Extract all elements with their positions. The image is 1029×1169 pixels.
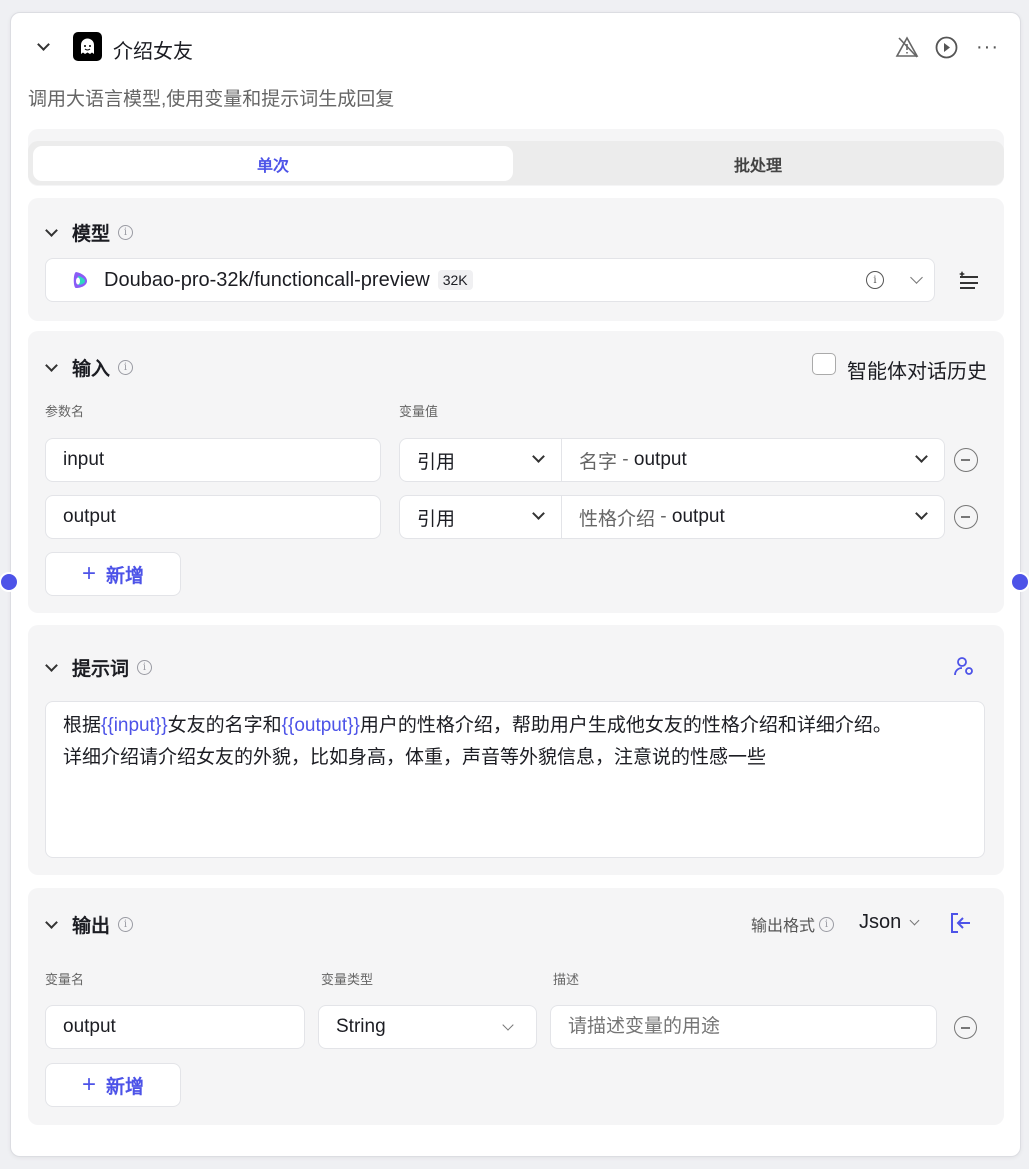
output-description-input[interactable] (550, 1005, 937, 1049)
prompt-text: 根据 (63, 715, 102, 736)
model-name: Doubao-pro-32k/functioncall-preview (104, 268, 430, 291)
output-port-handle[interactable] (1010, 572, 1029, 592)
param-name-input[interactable]: input (45, 438, 381, 482)
param-name-input[interactable]: output (45, 495, 381, 539)
info-icon[interactable]: i (819, 916, 835, 932)
column-header: 变量名 (45, 972, 85, 987)
column-header: 描述 (553, 972, 580, 987)
tab-batch[interactable]: 批处理 (518, 146, 998, 181)
ref-separator: - (617, 449, 634, 470)
remove-row-icon[interactable] (954, 505, 978, 529)
chevron-down-icon[interactable] (45, 658, 58, 672)
column-header: 变量值 (399, 404, 439, 419)
history-checkbox[interactable] (812, 353, 836, 375)
ref-separator: - (655, 506, 672, 527)
chevron-down-icon (910, 271, 923, 284)
format-label: 输出格式 (751, 918, 816, 935)
output-name-input[interactable]: output (45, 1005, 305, 1049)
chevron-down-icon[interactable] (45, 358, 58, 372)
remove-row-icon[interactable] (954, 1016, 977, 1039)
chevron-down-icon[interactable] (45, 223, 58, 237)
prompt-variable: {{output}} (281, 715, 360, 736)
prompt-text: 用户的性格介绍，帮助用户生成他女友的性格介绍和详细介绍。 (359, 715, 892, 736)
column-header: 变量类型 (321, 972, 374, 987)
select-value: 引用 (417, 451, 456, 473)
chevron-down-icon (502, 1019, 514, 1031)
ref-type-select[interactable]: 引用 (399, 438, 562, 482)
chevron-down-icon (532, 450, 545, 463)
run-play-icon[interactable] (935, 36, 958, 59)
add-output-button[interactable]: + 新增 (45, 1063, 181, 1107)
plus-icon: + (81, 1071, 96, 1098)
warning-off-icon[interactable] (895, 36, 919, 58)
select-value: Json (859, 911, 902, 933)
select-value: 引用 (417, 508, 456, 530)
prompt-library-icon[interactable] (953, 655, 975, 677)
prompt-variable: {{input}} (101, 715, 168, 736)
chevron-down-icon (915, 450, 928, 463)
chevron-down-icon (915, 507, 928, 520)
tab-single[interactable]: 单次 (33, 146, 513, 181)
add-input-button[interactable]: + 新增 (45, 552, 181, 596)
doubao-logo-icon (73, 272, 87, 288)
section-title: 输出 (72, 916, 111, 937)
remove-row-icon[interactable] (954, 448, 978, 472)
info-icon[interactable]: i (118, 225, 134, 240)
section-title: 输入 (72, 359, 111, 380)
node-description: 调用大语言模型,使用变量和提示词生成回复 (28, 89, 395, 110)
button-label: 新增 (106, 1076, 145, 1098)
ref-field: output (671, 506, 725, 527)
section-title: 提示词 (72, 659, 130, 680)
prompt-textarea[interactable]: 根据{{input}}女友的名字和{{output}}用户的性格介绍，帮助用户生… (45, 701, 985, 858)
mode-tabs: 单次 批处理 (28, 129, 1004, 186)
format-select[interactable]: Json (859, 911, 920, 934)
model-select[interactable]: Doubao-pro-32k/functioncall-preview 32K … (45, 258, 935, 302)
ref-value-select[interactable]: 性格介绍 - output (561, 495, 945, 539)
output-type-select[interactable]: String (318, 1005, 537, 1049)
model-settings-icon[interactable] (958, 271, 980, 291)
section-title: 模型 (72, 224, 111, 245)
ref-value-select[interactable]: 名字 - output (561, 438, 945, 482)
chevron-down-icon (532, 507, 545, 520)
prompt-line: 根据{{input}}女友的名字和{{output}}用户的性格介绍，帮助用户生… (63, 710, 967, 742)
plus-icon: + (81, 560, 96, 587)
ref-source: 名字 (579, 451, 618, 473)
prompt-line: 详细介绍请介绍女友的外貌，比如身高，体重，声音等外貌信息，注意说的性感一些 (63, 747, 767, 768)
ref-source: 性格介绍 (579, 508, 656, 530)
input-port-handle[interactable] (0, 572, 19, 592)
chevron-down-icon[interactable] (45, 915, 58, 929)
info-icon[interactable]: i (137, 660, 153, 675)
import-icon[interactable] (950, 912, 972, 934)
model-info-icon[interactable]: i (866, 271, 884, 289)
ref-field: output (633, 449, 687, 470)
select-value: String (336, 1016, 386, 1037)
node-avatar-icon (73, 32, 102, 61)
context-badge: 32K (437, 270, 473, 290)
button-label: 新增 (106, 565, 145, 587)
info-icon[interactable]: i (118, 917, 134, 932)
prompt-text: 女友的名字和 (167, 715, 282, 736)
history-label: 智能体对话历史 (847, 361, 987, 383)
more-options-icon[interactable]: ··· (976, 36, 999, 59)
ref-type-select[interactable]: 引用 (399, 495, 562, 539)
info-icon[interactable]: i (118, 360, 134, 375)
node-title[interactable]: 介绍女友 (113, 35, 193, 64)
column-header: 参数名 (45, 404, 85, 419)
chevron-down-icon (909, 915, 920, 926)
